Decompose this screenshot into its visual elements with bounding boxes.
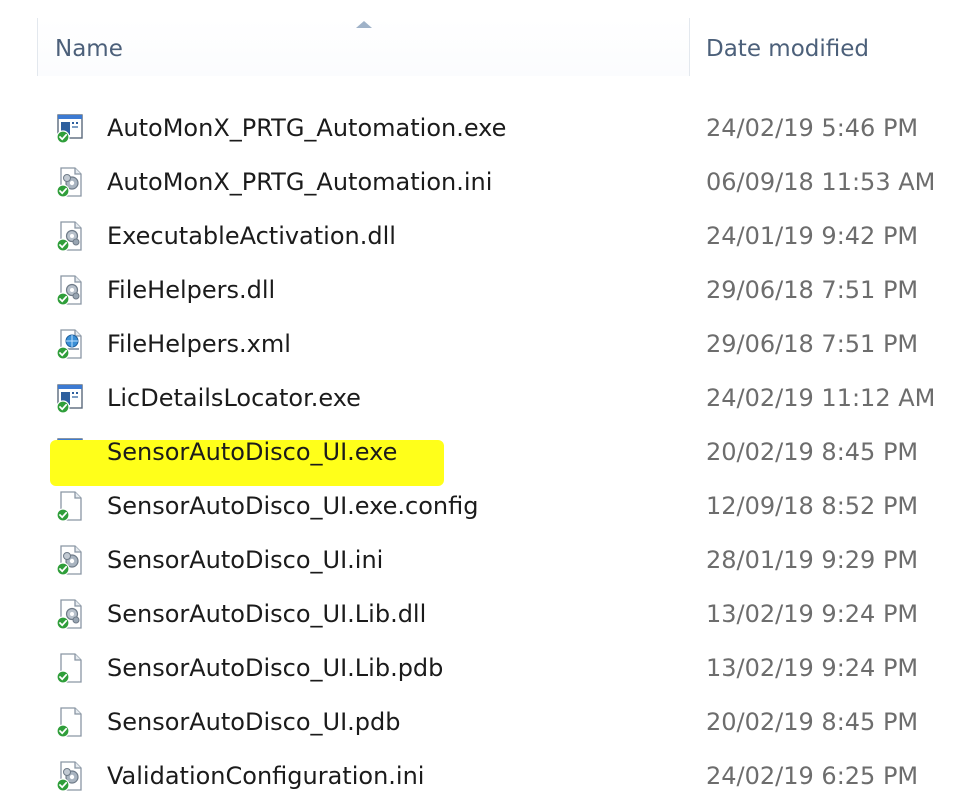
file-row[interactable]: SensorAutoDisco_UI.Lib.pdb 13/02/19 9:24… [0,641,963,695]
file-row[interactable]: SensorAutoDisco_UI.pdb 20/02/19 8:45 PM [0,695,963,749]
dll-file-icon [55,220,85,252]
column-header-name-label: Name [55,36,123,62]
column-header-name[interactable]: Name [37,18,690,76]
blank-file-icon [55,706,85,738]
file-date-modified: 12/09/18 8:52 PM [706,492,919,520]
file-row[interactable]: FileHelpers.dll 29/06/18 7:51 PM [0,263,963,317]
sort-ascending-icon [356,21,372,28]
file-date-modified: 24/02/19 11:12 AM [706,384,936,412]
file-row[interactable]: LicDetailsLocator.exe 24/02/19 11:12 AM [0,371,963,425]
dll-file-icon [55,598,85,630]
settings-file-icon [55,760,85,792]
file-row[interactable]: SensorAutoDisco_UI.exe.config 12/09/18 8… [0,479,963,533]
file-date-modified: 24/02/19 6:25 PM [706,762,919,790]
file-date-modified: 13/02/19 9:24 PM [706,654,919,682]
file-row[interactable]: SensorAutoDisco_UI.Lib.dll 13/02/19 9:24… [0,587,963,641]
column-header-date-modified[interactable]: Date modified [690,18,963,76]
dll-file-icon [55,274,85,306]
file-name: ValidationConfiguration.ini [107,762,425,790]
column-header-date-modified-label: Date modified [706,36,869,62]
file-row[interactable]: ExecutableActivation.dll 24/01/19 9:42 P… [0,209,963,263]
file-list: AutoMonX_PRTG_Automation.exe 24/02/19 5:… [0,101,963,803]
file-name: AutoMonX_PRTG_Automation.exe [107,114,507,142]
file-date-modified: 28/01/19 9:29 PM [706,546,919,574]
file-row[interactable]: AutoMonX_PRTG_Automation.exe 24/02/19 5:… [0,101,963,155]
file-name: ExecutableActivation.dll [107,222,396,250]
file-name: SensorAutoDisco_UI.exe [107,438,398,466]
file-row[interactable]: FileHelpers.xml 29/06/18 7:51 PM [0,317,963,371]
file-date-modified: 13/02/19 9:24 PM [706,600,919,628]
file-date-modified: 06/09/18 11:53 AM [706,168,936,196]
file-date-modified: 29/06/18 7:51 PM [706,330,919,358]
file-name: FileHelpers.dll [107,276,276,304]
file-name: SensorAutoDisco_UI.Lib.dll [107,600,427,628]
xml-file-icon [55,328,85,360]
file-row[interactable]: ValidationConfiguration.ini 24/02/19 6:2… [0,749,963,803]
file-name: SensorAutoDisco_UI.Lib.pdb [107,654,444,682]
file-row[interactable]: AutoMonX_PRTG_Automation.ini 06/09/18 11… [0,155,963,209]
file-date-modified: 20/02/19 8:45 PM [706,438,919,466]
file-name: LicDetailsLocator.exe [107,384,361,412]
file-name: AutoMonX_PRTG_Automation.ini [107,168,493,196]
column-header-bar: Name Date modified [0,0,963,80]
file-explorer-list: Name Date modified AutoMonX_PRTG_Automat… [0,0,963,806]
file-name: SensorAutoDisco_UI.ini [107,546,384,574]
blank-file-icon [55,490,85,522]
file-date-modified: 20/02/19 8:45 PM [706,708,919,736]
file-name: FileHelpers.xml [107,330,291,358]
blank-file-icon [55,652,85,684]
file-name: SensorAutoDisco_UI.exe.config [107,492,479,520]
settings-file-icon [55,544,85,576]
file-row[interactable]: SensorAutoDisco_UI.ini 28/01/19 9:29 PM [0,533,963,587]
file-name: SensorAutoDisco_UI.pdb [107,708,401,736]
settings-file-icon [55,166,85,198]
exe-file-icon [55,112,85,144]
file-date-modified: 29/06/18 7:51 PM [706,276,919,304]
exe-file-icon [55,382,85,414]
file-date-modified: 24/02/19 5:46 PM [706,114,919,142]
file-date-modified: 24/01/19 9:42 PM [706,222,919,250]
